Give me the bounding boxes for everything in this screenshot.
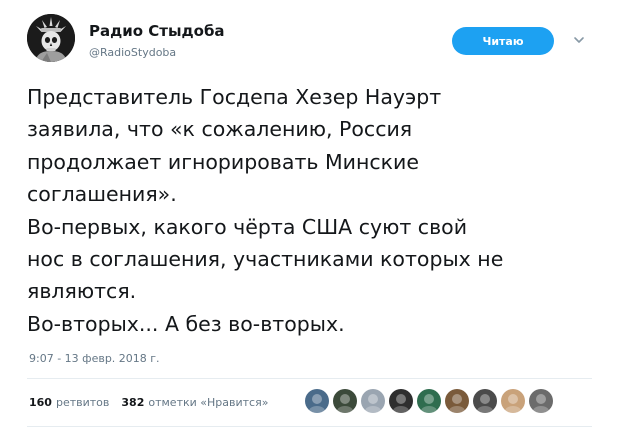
retweets-count: 160 xyxy=(29,396,52,409)
tweet-line: являются. xyxy=(27,279,137,304)
tweet-line: продолжает игнорировать Минские xyxy=(27,149,419,174)
tweet-timestamp[interactable]: 9:07 - 13 февр. 2018 г. xyxy=(29,352,160,365)
liker-avatar[interactable] xyxy=(445,389,469,413)
liker-avatar[interactable] xyxy=(305,389,329,413)
liker-avatar[interactable] xyxy=(389,389,413,413)
tweet-line: Во-первых, какого чёрта США суют свой xyxy=(27,214,468,239)
follow-button[interactable]: Читаю xyxy=(452,27,554,55)
liker-avatar[interactable] xyxy=(361,389,385,413)
likes-label: отметки «Нравится» xyxy=(148,396,269,409)
tweet-line: соглашения». xyxy=(27,182,177,207)
likes-stat[interactable]: 382 отметки «Нравится» xyxy=(121,396,268,409)
divider xyxy=(27,378,592,379)
tweet-text: Представитель Госдепа Хезер Науэрт заяви… xyxy=(27,81,597,340)
retweets-label: ретвитов xyxy=(55,396,110,409)
liker-avatar[interactable] xyxy=(529,389,553,413)
likes-count: 382 xyxy=(121,396,145,409)
tweet-line: Представитель Госдепа Хезер Науэрт xyxy=(27,85,442,109)
liker-avatar[interactable] xyxy=(417,389,441,413)
tweet-line: заявила, что «к сожалению, Россия xyxy=(27,117,413,142)
tweet-stats: 160 ретвитов 382 отметки «Нравится» xyxy=(29,396,268,409)
liberty-skull-icon xyxy=(27,14,75,62)
liker-avatar[interactable] xyxy=(333,389,357,413)
author-handle[interactable]: @RadioStydoba xyxy=(89,46,176,59)
author-avatar[interactable] xyxy=(27,14,75,62)
divider xyxy=(27,426,592,427)
liker-avatars xyxy=(305,389,557,413)
retweets-stat[interactable]: 160 ретвитов xyxy=(29,396,109,409)
chevron-down-icon[interactable] xyxy=(571,32,587,48)
liker-avatar[interactable] xyxy=(473,389,497,413)
author-name[interactable]: Радио Стыдоба xyxy=(89,22,225,40)
liker-avatar[interactable] xyxy=(501,389,525,413)
tweet-line: Во-вторых... А без во-вторых. xyxy=(27,311,345,336)
tweet-line: нос в соглашения, участниками которых не xyxy=(27,247,504,272)
